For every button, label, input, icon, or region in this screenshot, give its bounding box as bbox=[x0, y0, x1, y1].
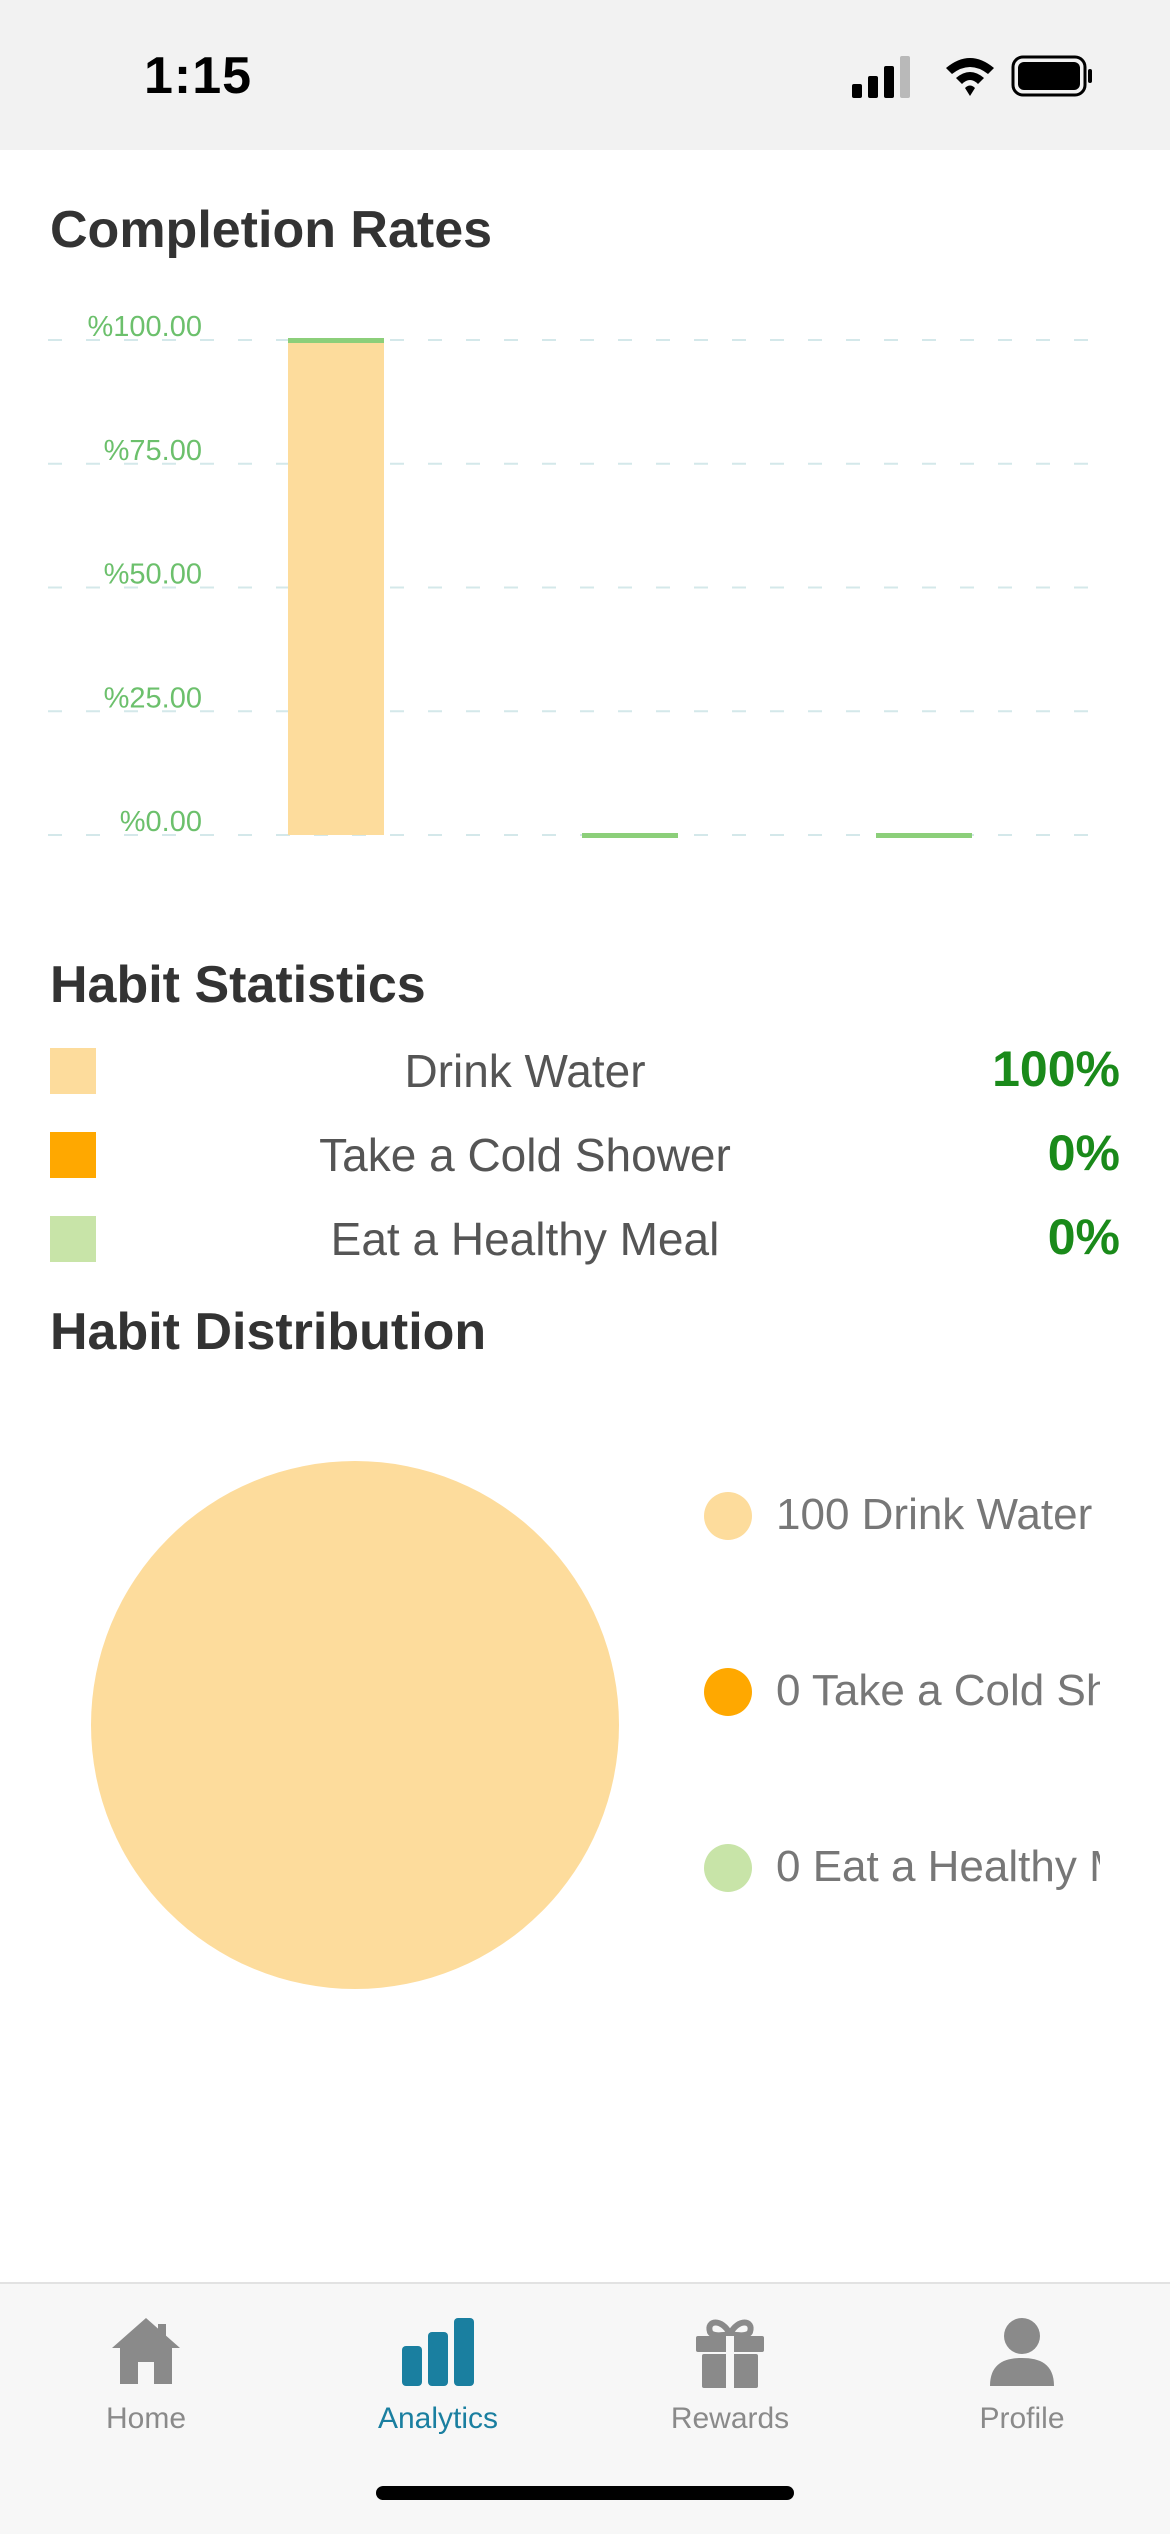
habit-statistics-list: Drink Water 100% Take a Cold Shower 0% E… bbox=[50, 1030, 1120, 1282]
pie-slice bbox=[91, 1461, 619, 1989]
tab-label: Home bbox=[105, 2402, 187, 2435]
bar-cap bbox=[876, 833, 972, 838]
legend-dot bbox=[704, 1668, 752, 1716]
y-tick-label: %100.00 bbox=[88, 311, 203, 343]
bar-cap bbox=[288, 338, 384, 343]
tab-label: Analytics bbox=[377, 2402, 499, 2435]
tab-analytics[interactable]: Analytics bbox=[292, 2304, 584, 2454]
tab-home[interactable]: Home bbox=[0, 2304, 292, 2454]
y-tick-label: %25.00 bbox=[104, 682, 202, 714]
bar bbox=[288, 340, 384, 835]
color-swatch bbox=[50, 1216, 96, 1262]
legend-dot bbox=[704, 1492, 752, 1540]
y-tick-label: %0.00 bbox=[120, 806, 202, 838]
legend-item-drink-water: 100 Drink Water bbox=[700, 1480, 1100, 1550]
legend-dot bbox=[704, 1844, 752, 1892]
tab-label: Rewards bbox=[670, 2402, 790, 2435]
stat-name: Eat a Healthy Meal bbox=[330, 1213, 720, 1265]
y-tick-label: %50.00 bbox=[104, 559, 202, 591]
home-icon bbox=[112, 2318, 180, 2384]
habit-statistics-title: Habit Statistics bbox=[50, 956, 426, 1014]
tab-rewards[interactable]: Rewards bbox=[584, 2304, 876, 2454]
y-tick-label: %75.00 bbox=[104, 435, 202, 467]
status-bar: 1:15 bbox=[0, 0, 1170, 150]
legend-item-healthy-meal: 0 Eat a Healthy Meal bbox=[700, 1832, 1100, 1902]
tab-label: Profile bbox=[979, 2402, 1065, 2435]
legend-item-cold-shower: 0 Take a Cold Shower bbox=[700, 1656, 1100, 1726]
stat-row-drink-water: Drink Water 100% bbox=[50, 1030, 1120, 1114]
legend-label: 0 Take a Cold Shower bbox=[776, 1666, 1100, 1715]
habit-distribution-title: Habit Distribution bbox=[50, 1303, 487, 1361]
stat-name: Take a Cold Shower bbox=[319, 1129, 731, 1181]
legend-label: 100 Drink Water bbox=[776, 1490, 1093, 1539]
stat-value: 100% bbox=[992, 1041, 1120, 1097]
habit-distribution-pie bbox=[91, 1461, 619, 1989]
stat-row-cold-shower: Take a Cold Shower 0% bbox=[50, 1114, 1120, 1198]
wifi-icon bbox=[946, 58, 994, 96]
gift-icon bbox=[696, 2319, 764, 2388]
stat-name: Drink Water bbox=[404, 1045, 646, 1097]
status-icons bbox=[852, 55, 1092, 98]
tab-profile[interactable]: Profile bbox=[876, 2304, 1168, 2454]
stat-row-healthy-meal: Eat a Healthy Meal 0% bbox=[50, 1198, 1120, 1282]
completion-rates-title: Completion Rates bbox=[50, 201, 493, 259]
stat-value: 0% bbox=[1047, 1209, 1120, 1265]
stat-value: 0% bbox=[1047, 1125, 1120, 1181]
color-swatch bbox=[50, 1048, 96, 1094]
color-swatch bbox=[50, 1132, 96, 1178]
bar-cap bbox=[582, 833, 678, 838]
legend-label: 0 Eat a Healthy Meal bbox=[776, 1842, 1100, 1891]
battery-icon bbox=[1011, 55, 1092, 97]
status-time: 1:15 bbox=[144, 47, 253, 105]
signal-icon bbox=[852, 56, 910, 98]
bar-chart-icon bbox=[402, 2318, 474, 2386]
person-icon bbox=[990, 2318, 1054, 2386]
completion-rates-chart: %0.00 %25.00 %50.00 %75.00 %100.00 bbox=[48, 311, 1100, 838]
home-indicator bbox=[376, 2486, 794, 2500]
